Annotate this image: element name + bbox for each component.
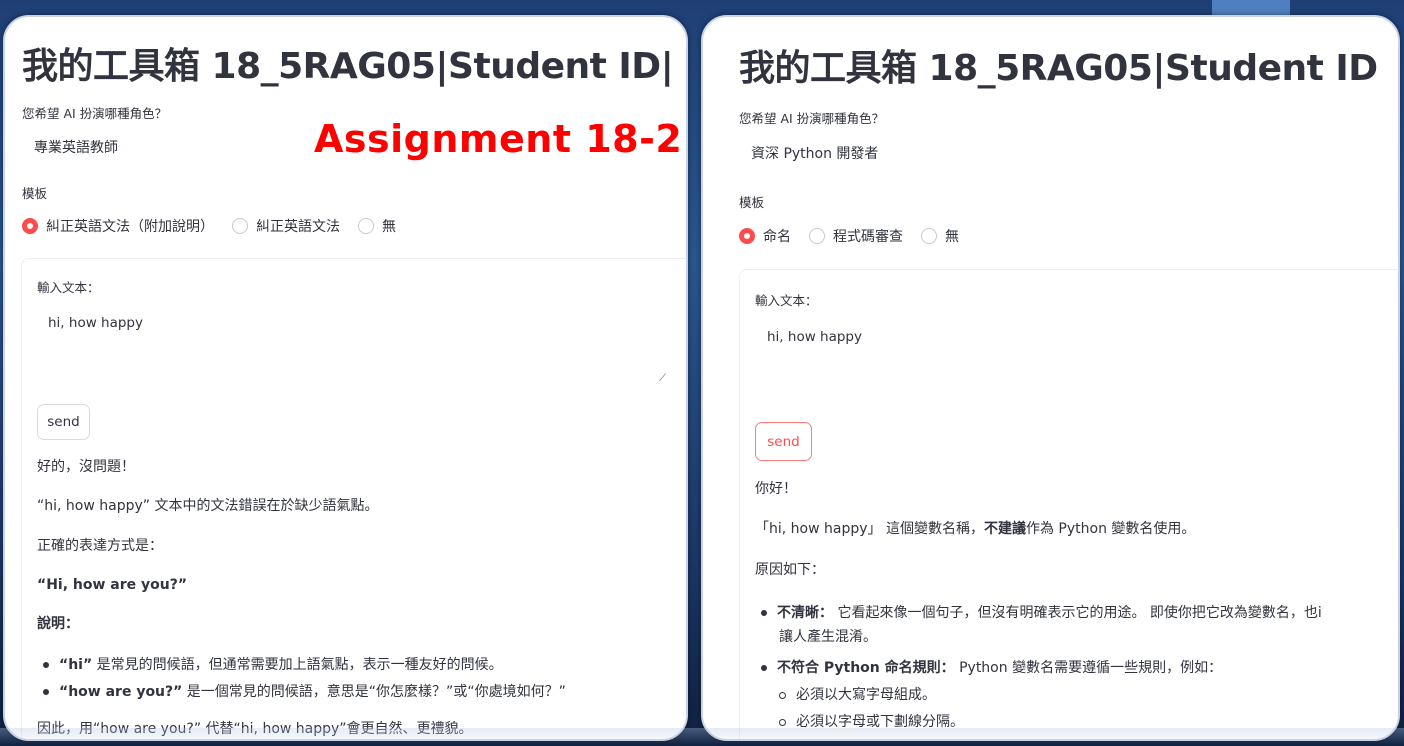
bullet-text: 是常見的問候語，但通常需要加上語氣點，表示一種友好的問候。 — [92, 657, 503, 673]
response-bullet: 不清晰： 它看起來像一個句子，但沒有明確表示它的用途。 即使你把它改為變數名，也… — [761, 602, 1322, 622]
bullet-bold: 不清晰： — [777, 605, 833, 621]
template-option-code-review[interactable]: 程式碼審查 — [809, 226, 903, 246]
role-label: 您希望 AI 扮演哪種角色？ — [22, 106, 168, 121]
response-line: “hi, how happy” 文本中的文法錯誤在於缺少語氣點。 — [37, 498, 379, 514]
bullet-continuation: 讓人產生混淆。 — [779, 629, 877, 645]
text-input-value: hi, how happy — [767, 329, 862, 345]
template-option-none[interactable]: 無 — [921, 226, 959, 246]
template-option-label: 無 — [945, 229, 959, 245]
template-label: 模板 — [22, 186, 48, 201]
text-input-area[interactable]: hi, how happy ⟋ — [37, 301, 673, 389]
right-app-window: 我的工具箱 18_5RAG05|Student ID 您希望 AI 扮演哪種角色… — [701, 15, 1400, 741]
bullet-icon — [43, 662, 49, 668]
response-sub-bullet: 必須以大寫字母組成。 — [779, 684, 936, 704]
radio-icon[interactable] — [921, 228, 937, 244]
bullet-bold: “hi” — [59, 657, 93, 673]
bullet-text: 是一個常見的問候語，意思是“你怎麼樣？”或“你處境如何？” — [182, 684, 566, 700]
response-text: 「hi, how happy」 這個變數名稱， — [755, 521, 984, 537]
response-greeting: 好的，沒問題！ — [37, 459, 135, 475]
template-radio-group: 命名 程式碼審查 無 — [739, 226, 969, 246]
page-title: 我的工具箱 18_5RAG05|Student ID| — [22, 46, 674, 87]
page-title: 我的工具箱 18_5RAG05|Student ID — [739, 48, 1378, 89]
response-heading: 說明： — [37, 616, 79, 632]
template-option-grammar-explain[interactable]: 糾正英語文法（附加說明） — [22, 216, 214, 236]
radio-icon[interactable] — [232, 218, 248, 234]
sub-bullet-icon — [779, 691, 786, 699]
template-option-none[interactable]: 無 — [358, 216, 396, 236]
response-greeting: 你好！ — [755, 481, 797, 497]
response-line: 正確的表達方式是： — [37, 538, 163, 554]
response-line: 「hi, how happy」 這個變數名稱，不建議作為 Python 變數名使… — [755, 520, 1195, 540]
template-option-label: 糾正英語文法（附加說明） — [46, 219, 214, 235]
template-option-naming[interactable]: 命名 — [739, 226, 791, 246]
assignment-overlay-label: Assignment 18-2 — [314, 117, 683, 161]
role-select-value: 資深 Python 開發者 — [751, 146, 879, 162]
template-option-label: 糾正英語文法 — [256, 219, 340, 235]
response-bullet: “how are you?” 是一個常見的問候語，意思是“你怎麼樣？”或“你處境… — [43, 681, 566, 701]
bullet-icon — [761, 610, 767, 616]
template-option-label: 命名 — [763, 229, 791, 245]
template-label: 模板 — [739, 195, 765, 210]
bullet-text: Python 變數名需要遵循一些規則，例如： — [954, 660, 1223, 676]
text-input-value: hi, how happy — [48, 315, 143, 331]
template-option-label: 無 — [382, 219, 396, 235]
response-bold: 不建議 — [983, 521, 1026, 537]
sub-bullet-icon — [779, 718, 786, 726]
template-option-grammar[interactable]: 糾正英語文法 — [232, 216, 340, 236]
role-select[interactable]: 資深 Python 開發者 — [739, 135, 1398, 169]
bullet-icon — [761, 665, 767, 671]
response-line: 原因如下： — [755, 562, 825, 578]
response-bullet: “hi” 是常見的問候語，但通常需要加上語氣點，表示一種友好的問候。 — [43, 654, 503, 674]
input-label: 輸入文本： — [755, 293, 818, 308]
send-button[interactable]: send — [755, 422, 812, 461]
response-corrected-sentence: “Hi, how are you?” — [37, 577, 188, 593]
bullet-bold: 不符合 Python 命名規則： — [777, 660, 955, 676]
radio-selected-icon[interactable] — [22, 218, 38, 234]
template-option-label: 程式碼審查 — [833, 229, 903, 245]
response-bullet: 不符合 Python 命名規則： Python 變數名需要遵循一些規則，例如： — [761, 657, 1222, 677]
radio-icon[interactable] — [809, 228, 825, 244]
resize-handle-icon[interactable]: ⟋ — [659, 373, 666, 384]
sub-bullet-text: 必須以大寫字母組成。 — [796, 687, 936, 703]
radio-icon[interactable] — [358, 218, 374, 234]
radio-selected-icon[interactable] — [739, 228, 755, 244]
role-label: 您希望 AI 扮演哪種角色？ — [739, 111, 885, 126]
background-reflection — [0, 728, 1404, 746]
bullet-text: 它看起來像一個句子，但沒有明確表示它的用途。 即使你把它改為變數名，也i — [833, 605, 1322, 621]
background-accent — [1212, 0, 1290, 16]
response-text: 作為 Python 變數名使用。 — [1025, 521, 1196, 537]
text-input-area[interactable]: hi, how happy — [755, 315, 1395, 415]
bullet-icon — [43, 689, 49, 695]
template-radio-group: 糾正英語文法（附加說明） 糾正英語文法 無 — [22, 216, 406, 236]
role-select-value: 專業英語教師 — [34, 140, 118, 156]
input-label: 輸入文本： — [37, 280, 100, 295]
bullet-bold: “how are you?” — [59, 684, 183, 700]
send-button[interactable]: send — [37, 404, 90, 440]
